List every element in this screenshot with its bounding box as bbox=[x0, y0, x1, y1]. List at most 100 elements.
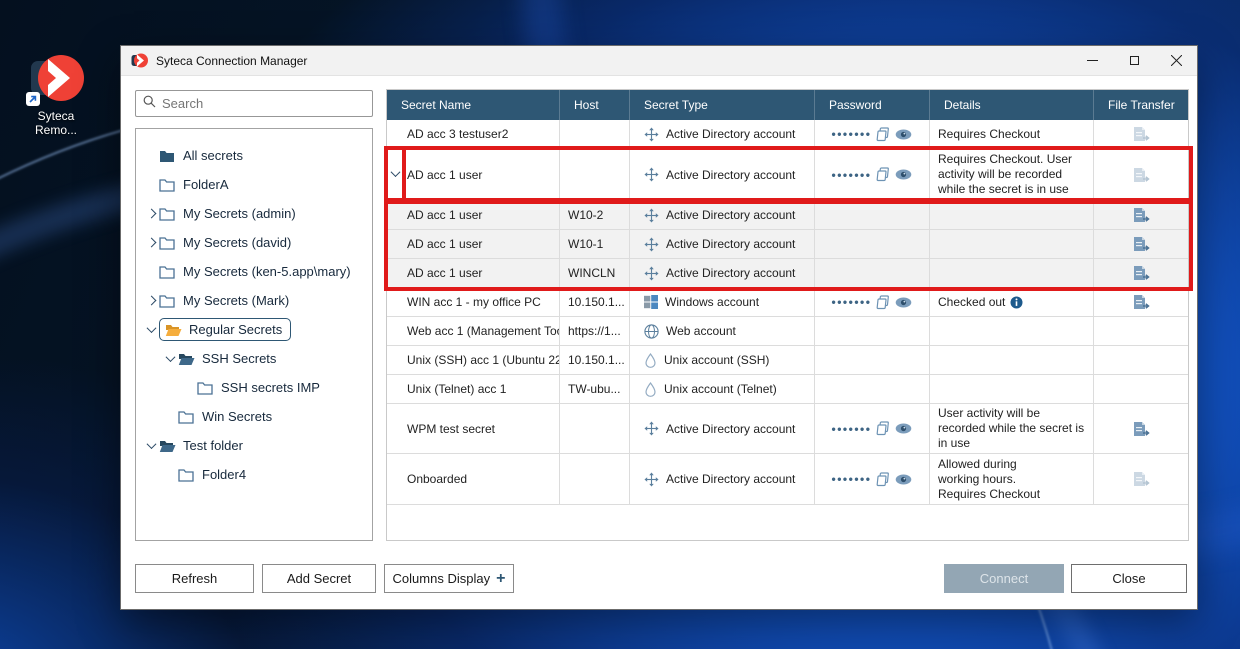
tree-item-ssh-secrets-imp[interactable]: SSH secrets IMP bbox=[136, 373, 372, 402]
table-row[interactable]: OnboardedActive Directory account•••••••… bbox=[387, 454, 1188, 505]
file-transfer-icon[interactable] bbox=[1132, 265, 1151, 281]
secret-type-cell: Web account bbox=[630, 317, 815, 345]
table-row[interactable]: WPM test secretActive Directory account•… bbox=[387, 404, 1188, 454]
tree-item-my-secrets-david[interactable]: My Secrets (david) bbox=[136, 228, 372, 257]
tree-item-foldera[interactable]: FolderA bbox=[136, 170, 372, 199]
secret-name-cell: Unix (Telnet) acc 1 bbox=[387, 375, 560, 403]
file-transfer-icon[interactable] bbox=[1132, 421, 1151, 437]
chevron-right-icon[interactable] bbox=[144, 210, 159, 217]
password-cell: ••••••• bbox=[815, 149, 930, 200]
search-box[interactable] bbox=[135, 90, 373, 117]
secret-type-cell: Unix account (Telnet) bbox=[630, 375, 815, 403]
copy-password-icon[interactable] bbox=[876, 127, 890, 142]
copy-password-icon[interactable] bbox=[876, 421, 890, 436]
secret-type-label: Unix account (SSH) bbox=[664, 353, 769, 367]
tree-item-label: SSH Secrets bbox=[202, 351, 276, 366]
reveal-password-eye-icon[interactable] bbox=[895, 169, 912, 180]
folder-outline-icon bbox=[178, 409, 195, 424]
copy-password-icon[interactable] bbox=[876, 295, 890, 310]
tree-item-win-secrets[interactable]: Win Secrets bbox=[136, 402, 372, 431]
folder-open-blue-icon bbox=[159, 438, 176, 453]
details-text: Checked out bbox=[938, 295, 1005, 310]
reveal-password-eye-icon[interactable] bbox=[895, 129, 912, 140]
secret-name: WPM test secret bbox=[407, 422, 495, 436]
table-row[interactable]: AD acc 1 userW10-1Active Directory accou… bbox=[387, 230, 1188, 259]
table-row[interactable]: AD acc 1 userW10-2Active Directory accou… bbox=[387, 201, 1188, 230]
table-row[interactable]: Unix (Telnet) acc 1TW-ubu...Unix account… bbox=[387, 375, 1188, 404]
tree-item-folder4[interactable]: Folder4 bbox=[136, 460, 372, 489]
chevron-right-icon[interactable] bbox=[144, 297, 159, 304]
folder-filled-icon bbox=[159, 148, 176, 163]
connect-button[interactable]: Connect bbox=[944, 564, 1064, 593]
column-header-host[interactable]: Host bbox=[560, 90, 630, 120]
shortcut-arrow-icon bbox=[26, 92, 40, 106]
file-transfer-icon bbox=[1132, 126, 1151, 142]
password-cell bbox=[815, 259, 930, 287]
refresh-button[interactable]: Refresh bbox=[135, 564, 254, 593]
host-cell bbox=[560, 149, 630, 200]
table-row[interactable]: AD acc 1 userWINCLNActive Directory acco… bbox=[387, 259, 1188, 288]
secret-name: Unix (SSH) acc 1 (Ubuntu 22.0 bbox=[407, 353, 560, 367]
reveal-password-eye-icon[interactable] bbox=[895, 474, 912, 485]
row-expander-icon[interactable] bbox=[391, 167, 401, 177]
chevron-down-icon[interactable] bbox=[163, 355, 178, 362]
tree-item-ssh-secrets[interactable]: SSH Secrets bbox=[136, 344, 372, 373]
search-input[interactable] bbox=[162, 96, 342, 111]
chevron-down-icon[interactable] bbox=[144, 326, 159, 333]
table-row[interactable]: AD acc 1 userActive Directory account•••… bbox=[387, 149, 1188, 201]
desktop-shortcut-syteca[interactable]: Syteca Remo... bbox=[16, 50, 96, 137]
tree-item-my-secrets-admin[interactable]: My Secrets (admin) bbox=[136, 199, 372, 228]
tree-item-all-secrets[interactable]: All secrets bbox=[136, 141, 372, 170]
column-header-password[interactable]: Password bbox=[815, 90, 930, 120]
password-cell bbox=[815, 230, 930, 258]
secret-type-label: Active Directory account bbox=[666, 208, 795, 222]
file-transfer-icon[interactable] bbox=[1132, 207, 1151, 223]
tree-item-regular-secrets[interactable]: Regular Secrets bbox=[136, 315, 372, 344]
minimize-button[interactable] bbox=[1071, 46, 1113, 75]
columns-display-button[interactable]: Columns Display+ bbox=[384, 564, 514, 593]
details-text: Requires Checkout. User activity will be… bbox=[938, 152, 1085, 197]
file-transfer-icon[interactable] bbox=[1132, 294, 1151, 310]
table-row[interactable]: Web acc 1 (Management Toohttps://1...Web… bbox=[387, 317, 1188, 346]
secret-type-label: Windows account bbox=[665, 295, 759, 309]
tree-item-test-folder[interactable]: Test folder bbox=[136, 431, 372, 460]
file-transfer-icon[interactable] bbox=[1132, 236, 1151, 252]
ad-type-icon bbox=[644, 208, 659, 223]
table-row[interactable]: Unix (SSH) acc 1 (Ubuntu 22.010.150.1...… bbox=[387, 346, 1188, 375]
password-mask: ••••••• bbox=[832, 295, 872, 309]
secret-type-cell: Unix account (SSH) bbox=[630, 346, 815, 374]
column-header-secret-type[interactable]: Secret Type bbox=[630, 90, 815, 120]
secret-type-cell: Active Directory account bbox=[630, 259, 815, 287]
tree-item-my-secrets-mark[interactable]: My Secrets (Mark) bbox=[136, 286, 372, 315]
reveal-password-eye-icon[interactable] bbox=[895, 423, 912, 434]
tree-item-label: SSH secrets IMP bbox=[221, 380, 320, 395]
copy-password-icon[interactable] bbox=[876, 167, 890, 182]
secret-type-cell: Active Directory account bbox=[630, 149, 815, 200]
close-window-button[interactable] bbox=[1155, 46, 1197, 75]
column-header-details[interactable]: Details bbox=[930, 90, 1094, 120]
secret-name: AD acc 3 testuser2 bbox=[407, 127, 508, 141]
column-header-secret-name[interactable]: Secret Name bbox=[387, 90, 560, 120]
table-row[interactable]: AD acc 3 testuser2Active Directory accou… bbox=[387, 120, 1188, 149]
syteca-app-icon bbox=[28, 50, 84, 106]
details-text: User activity will be recorded while the… bbox=[938, 406, 1085, 451]
secret-name-cell: AD acc 1 user bbox=[387, 259, 560, 287]
password-cell: ••••••• bbox=[815, 454, 930, 504]
chevron-right-icon[interactable] bbox=[144, 239, 159, 246]
info-icon[interactable] bbox=[1010, 296, 1023, 309]
window-titlebar: Syteca Connection Manager bbox=[121, 46, 1197, 76]
add-secret-button[interactable]: Add Secret bbox=[262, 564, 376, 593]
tree-item-label: My Secrets (Mark) bbox=[183, 293, 289, 308]
table-row[interactable]: WIN acc 1 - my office PC10.150.1...Windo… bbox=[387, 288, 1188, 317]
folder-outline-icon bbox=[159, 206, 176, 221]
chevron-down-icon[interactable] bbox=[144, 442, 159, 449]
details-cell bbox=[930, 201, 1094, 229]
host-cell: WINCLN bbox=[560, 259, 630, 287]
copy-password-icon[interactable] bbox=[876, 472, 890, 487]
reveal-password-eye-icon[interactable] bbox=[895, 297, 912, 308]
secret-type-label: Active Directory account bbox=[666, 472, 795, 486]
maximize-button[interactable] bbox=[1113, 46, 1155, 75]
tree-item-my-secrets-ken-5-app-mary[interactable]: My Secrets (ken-5.app\mary) bbox=[136, 257, 372, 286]
column-header-file-transfer[interactable]: File Transfer bbox=[1094, 90, 1188, 120]
close-button[interactable]: Close bbox=[1071, 564, 1187, 593]
